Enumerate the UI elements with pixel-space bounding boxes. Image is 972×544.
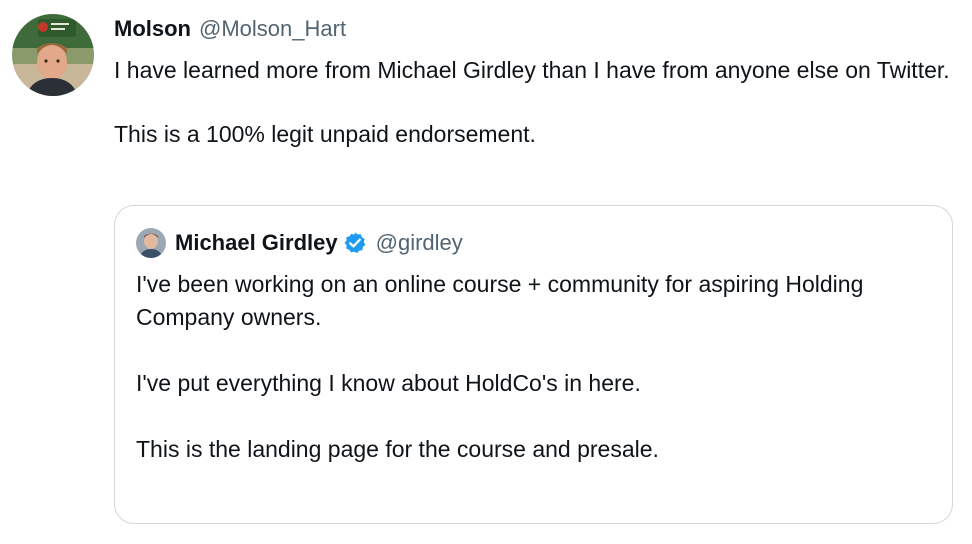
quoted-tweet-paragraph: This is the landing page for the course …: [136, 436, 659, 462]
quoted-tweet-paragraph: I've put everything I know about HoldCo'…: [136, 370, 641, 396]
quoted-author-display-name[interactable]: Michael Girdley: [175, 230, 338, 256]
quoted-tweet-header: Michael Girdley @girdley: [136, 227, 463, 259]
quoted-tweet-card[interactable]: Michael Girdley @girdley I've been worki…: [114, 205, 953, 524]
quoted-author-handle[interactable]: @girdley: [376, 230, 463, 256]
quoted-author-avatar-image: [136, 228, 166, 258]
author-display-name[interactable]: Molson: [114, 16, 191, 42]
tweet-paragraph: I have learned more from Michael Girdley…: [114, 57, 950, 83]
quoted-tweet-paragraph: I've been working on an online course + …: [136, 271, 864, 330]
tweet-text: I have learned more from Michael Girdley…: [114, 54, 954, 150]
author-avatar-image: [12, 14, 94, 96]
author-avatar[interactable]: [12, 14, 94, 96]
tweet-paragraph: This is a 100% legit unpaid endorsement.: [114, 121, 536, 147]
tweet[interactable]: Molson @Molson_Hart I have learned more …: [0, 0, 972, 544]
author-handle[interactable]: @Molson_Hart: [199, 16, 346, 42]
quoted-tweet-text: I've been working on an online course + …: [136, 268, 936, 466]
verified-badge-icon: [343, 231, 367, 255]
quoted-author-avatar[interactable]: [136, 228, 166, 258]
tweet-header: Molson @Molson_Hart: [114, 16, 346, 46]
